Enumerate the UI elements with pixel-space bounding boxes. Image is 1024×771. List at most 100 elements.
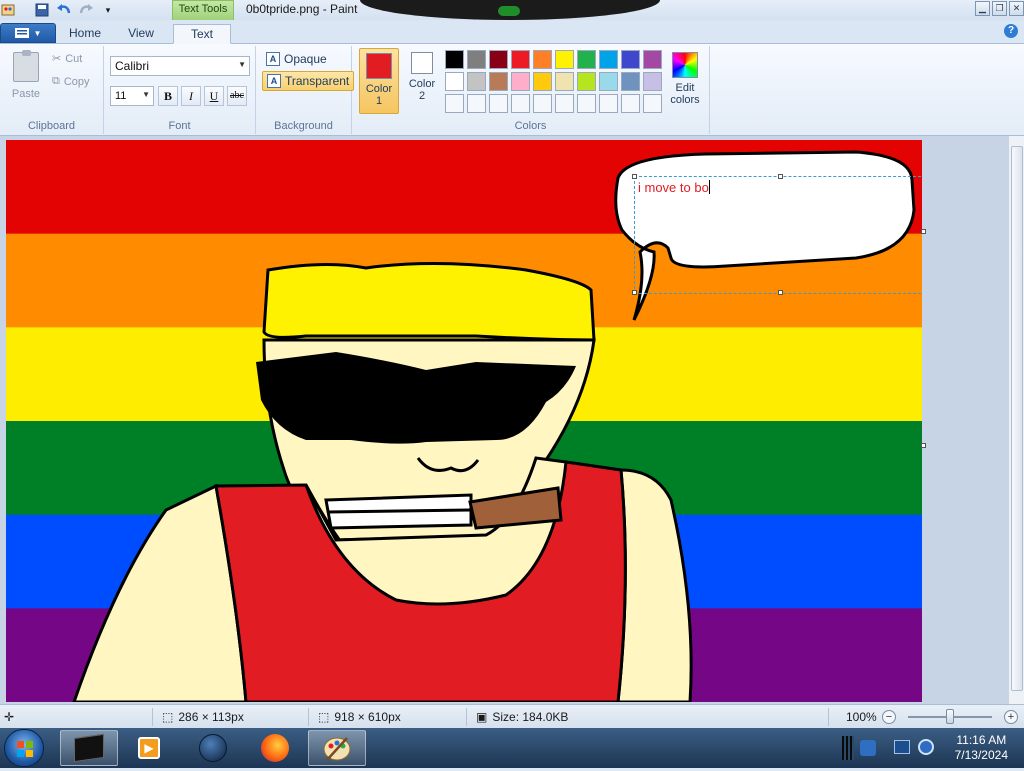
paste-button[interactable]: Paste: [8, 50, 44, 100]
palette-swatch[interactable]: [533, 72, 552, 91]
transparent-label: Transparent: [285, 74, 350, 88]
palette-swatch[interactable]: [445, 94, 464, 113]
taskbar-media-player[interactable]: ▶: [120, 730, 178, 766]
palette-swatch[interactable]: [555, 72, 574, 91]
color2-number: 2: [418, 90, 426, 102]
palette-swatch[interactable]: [489, 94, 508, 113]
customize-dropdown-icon[interactable]: ▾: [100, 2, 116, 18]
palette-swatch[interactable]: [643, 50, 662, 69]
clipboard-group: Paste ✂ Cut ⧉ Copy Clipboard: [0, 46, 104, 134]
palette-swatch[interactable]: [467, 72, 486, 91]
paint-icon: [323, 737, 351, 761]
palette-swatch[interactable]: [533, 94, 552, 113]
font-size-select[interactable]: 11 ▼: [110, 86, 154, 106]
palette-swatch[interactable]: [599, 50, 618, 69]
system-clock[interactable]: 11:16 AM 7/13/2024: [955, 733, 1008, 763]
color1-label: Color: [365, 83, 393, 95]
palette-swatch[interactable]: [511, 72, 530, 91]
chevron-down-icon: ▼: [238, 60, 246, 69]
palette-swatch[interactable]: [445, 50, 464, 69]
edit-colors-button[interactable]: Edit colors: [666, 52, 704, 106]
save-icon[interactable]: [34, 2, 50, 18]
opaque-button[interactable]: A Opaque: [262, 49, 331, 69]
transparent-icon: A: [267, 74, 281, 88]
workspace: i move to bo: [0, 136, 1024, 704]
cut-button[interactable]: ✂ Cut: [52, 52, 82, 66]
palette-swatch[interactable]: [511, 94, 530, 113]
minimize-button[interactable]: ▁: [975, 1, 990, 16]
tab-text[interactable]: Text: [173, 24, 231, 44]
windows-logo-icon: [17, 741, 33, 757]
palette-swatch[interactable]: [599, 94, 618, 113]
zoom-out-button[interactable]: −: [882, 710, 896, 724]
paint-menu-button[interactable]: ▼: [0, 23, 56, 43]
redo-icon[interactable]: [78, 2, 94, 18]
font-family-select[interactable]: Calibri ▼: [110, 56, 250, 76]
palette-swatch[interactable]: [467, 50, 486, 69]
palette-swatch[interactable]: [577, 72, 596, 91]
start-button[interactable]: [4, 729, 44, 767]
resize-handle[interactable]: [778, 174, 783, 179]
help-icon[interactable]: ?: [1004, 24, 1018, 38]
palette-swatch[interactable]: [467, 94, 486, 113]
resize-handle[interactable]: [778, 290, 783, 295]
italic-button[interactable]: I: [181, 86, 201, 106]
volume-icon[interactable]: [918, 739, 934, 755]
paste-icon: [13, 50, 39, 82]
underline-button[interactable]: U: [204, 86, 224, 106]
system-tray: [842, 728, 942, 768]
canvas-resize-handle[interactable]: [921, 229, 926, 234]
network-icon[interactable]: [860, 740, 876, 756]
palette-swatch[interactable]: [555, 94, 574, 113]
palette-swatch[interactable]: [533, 50, 552, 69]
display-icon[interactable]: [894, 740, 910, 754]
tab-home[interactable]: Home: [62, 24, 108, 44]
palette-swatch[interactable]: [643, 72, 662, 91]
zoom-in-button[interactable]: +: [1004, 710, 1018, 724]
palette-swatch[interactable]: [489, 72, 508, 91]
palette-swatch[interactable]: [621, 72, 640, 91]
resize-handle[interactable]: [632, 174, 637, 179]
palette-swatch[interactable]: [599, 72, 618, 91]
paint-app-icon[interactable]: [0, 2, 16, 18]
tab-view[interactable]: View: [115, 24, 167, 44]
palette-swatch[interactable]: [577, 50, 596, 69]
palette-swatch[interactable]: [555, 50, 574, 69]
scrollbar-thumb[interactable]: [1011, 146, 1023, 691]
palette-swatch[interactable]: [621, 50, 640, 69]
terminal-icon: [74, 733, 104, 763]
drawing-canvas[interactable]: i move to bo: [6, 140, 922, 702]
text-input-content[interactable]: i move to bo: [638, 180, 710, 195]
taskbar-paint[interactable]: [308, 730, 366, 766]
color1-swatch: [366, 53, 392, 79]
palette-swatch[interactable]: [643, 94, 662, 113]
strikethrough-button[interactable]: abc: [227, 86, 247, 106]
selection-size-value: 286 × 113px: [178, 710, 244, 724]
transparent-button[interactable]: A Transparent: [262, 71, 355, 91]
selection-size: ⬚ 286 × 113px: [162, 710, 244, 724]
taskbar-terminal[interactable]: [60, 730, 118, 766]
palette-swatch[interactable]: [621, 94, 640, 113]
color1-button[interactable]: Color 1: [359, 48, 399, 114]
zoom-slider-thumb[interactable]: [946, 709, 954, 724]
copy-button[interactable]: ⧉ Copy: [52, 75, 90, 88]
taskbar-browser[interactable]: [184, 730, 242, 766]
palette-swatch[interactable]: [577, 94, 596, 113]
image-size-value: 918 × 610px: [334, 710, 401, 724]
resize-handle[interactable]: [632, 290, 637, 295]
canvas-resize-handle[interactable]: [921, 443, 926, 448]
palette-swatch[interactable]: [489, 50, 508, 69]
taskbar-firefox[interactable]: [246, 730, 304, 766]
maximize-button[interactable]: ❐: [992, 1, 1007, 16]
palette-swatch[interactable]: [445, 72, 464, 91]
file-size-value: Size: 184.0KB: [492, 710, 569, 724]
vertical-scrollbar[interactable]: [1008, 136, 1024, 704]
color2-button[interactable]: Color 2: [402, 48, 442, 114]
palette-swatch[interactable]: [511, 50, 530, 69]
bold-button[interactable]: B: [158, 86, 178, 106]
undo-icon[interactable]: [56, 2, 72, 18]
tray-overflow-icon[interactable]: [842, 736, 854, 760]
close-button[interactable]: ✕: [1009, 1, 1024, 16]
copy-label: Copy: [63, 75, 90, 88]
window-title: 0b0tpride.png - Paint: [246, 2, 358, 16]
